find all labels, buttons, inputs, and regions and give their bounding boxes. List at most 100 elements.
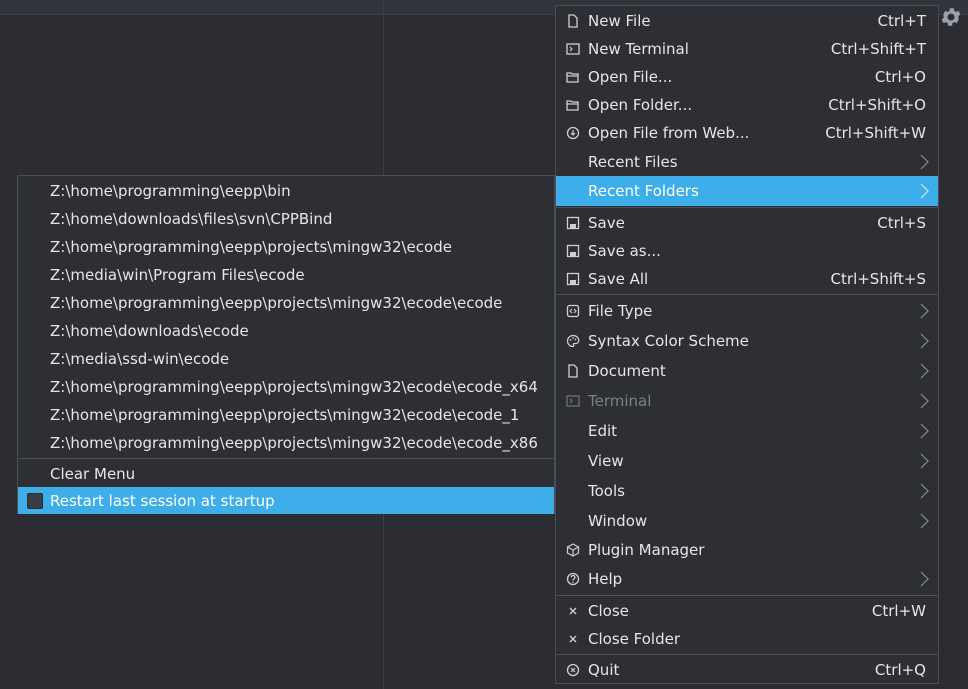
folder-open-icon <box>565 97 581 113</box>
restart-session-item[interactable]: Restart last session at startup <box>18 487 554 514</box>
menu-item-edit[interactable]: Edit <box>556 416 938 446</box>
close-icon <box>565 631 581 647</box>
menu-item-new-terminal[interactable]: New Terminal Ctrl+Shift+T <box>556 35 938 63</box>
menu-item-label: File Type <box>588 302 653 320</box>
menu-item-document[interactable]: Document <box>556 356 938 386</box>
menu-item-shortcut: Ctrl+Q <box>874 661 926 679</box>
recent-folder-item[interactable]: Z:\home\programming\eepp\projects\mingw3… <box>18 373 554 401</box>
menu-item-shortcut: Ctrl+T <box>877 12 926 30</box>
recent-folder-path: Z:\home\programming\eepp\projects\mingw3… <box>50 434 538 452</box>
menu-item-open-file[interactable]: Open File... Ctrl+O <box>556 63 938 91</box>
menu-item-label: Tools <box>588 482 625 500</box>
menu-item-file-type[interactable]: File Type <box>556 296 938 326</box>
recent-folder-path: Z:\media\win\Program Files\ecode <box>50 266 305 284</box>
terminal-icon <box>565 41 581 57</box>
menu-item-save-all[interactable]: Save All Ctrl+Shift+S <box>556 265 938 293</box>
chevron-right-icon <box>918 362 930 380</box>
menu-item-window[interactable]: Window <box>556 506 938 536</box>
quit-icon <box>565 662 581 678</box>
menu-item-quit[interactable]: Quit Ctrl+Q <box>556 656 938 684</box>
recent-folder-item[interactable]: Z:\media\ssd-win\ecode <box>18 345 554 373</box>
menu-item-label: Quit <box>588 661 620 679</box>
menu-item-label: New Terminal <box>588 40 689 58</box>
recent-folder-path: Z:\home\programming\eepp\projects\mingw3… <box>50 294 503 312</box>
menu-item-shortcut: Ctrl+O <box>874 68 926 86</box>
recent-folder-path: Z:\home\programming\eepp\projects\mingw3… <box>50 238 452 256</box>
menu-item-terminal: Terminal <box>556 386 938 416</box>
chevron-right-icon <box>918 512 930 530</box>
restart-session-label: Restart last session at startup <box>50 491 275 510</box>
main-menu: New File Ctrl+T New Terminal Ctrl+Shift+… <box>555 5 939 684</box>
recent-folder-path: Z:\home\programming\eepp\projects\mingw3… <box>50 406 520 424</box>
menu-item-tools[interactable]: Tools <box>556 476 938 506</box>
menu-item-view[interactable]: View <box>556 446 938 476</box>
chevron-right-icon <box>918 153 930 171</box>
menu-item-label: Plugin Manager <box>588 541 705 559</box>
menu-item-label: Close <box>588 602 629 620</box>
document-icon <box>565 363 581 379</box>
recent-folder-path: Z:\home\downloads\files\svn\CPPBind <box>50 210 333 228</box>
menu-item-label: Help <box>588 570 623 588</box>
recent-folder-item[interactable]: Z:\home\programming\eepp\bin <box>18 177 554 205</box>
menu-item-save-as[interactable]: Save as... <box>556 237 938 265</box>
menu-item-label: Edit <box>588 422 618 440</box>
clear-menu-label: Clear Menu <box>50 465 136 483</box>
menu-item-close[interactable]: Close Ctrl+W <box>556 597 938 625</box>
menu-item-label: Save All <box>588 270 649 288</box>
recent-folders-submenu: Z:\home\programming\eepp\bin Z:\home\dow… <box>17 175 555 514</box>
menu-item-shortcut: Ctrl+Shift+O <box>828 96 926 114</box>
recent-folder-item[interactable]: Z:\home\programming\eepp\projects\mingw3… <box>18 289 554 317</box>
recent-folder-item[interactable]: Z:\media\win\Program Files\ecode <box>18 261 554 289</box>
clear-menu-item[interactable]: Clear Menu <box>18 460 554 488</box>
menu-item-label: Recent Folders <box>588 182 699 200</box>
menu-separator <box>18 458 554 459</box>
menu-item-label: Open Folder... <box>588 96 693 114</box>
recent-folder-path: Z:\home\programming\eepp\bin <box>50 182 291 200</box>
recent-folder-item[interactable]: Z:\home\downloads\ecode <box>18 317 554 345</box>
chevron-right-icon <box>918 302 930 320</box>
close-icon <box>565 603 581 619</box>
menu-item-plugin-manager[interactable]: Plugin Manager <box>556 536 938 564</box>
chevron-right-icon <box>918 452 930 470</box>
recent-folder-item[interactable]: Z:\home\programming\eepp\projects\mingw3… <box>18 233 554 261</box>
menu-item-shortcut: Ctrl+S <box>877 214 926 232</box>
menu-item-label: Open File from Web... <box>588 124 750 142</box>
menu-item-open-folder[interactable]: Open Folder... Ctrl+Shift+O <box>556 91 938 119</box>
menu-separator <box>556 207 938 208</box>
recent-folder-item[interactable]: Z:\home\programming\eepp\projects\mingw3… <box>18 429 554 457</box>
menu-item-save[interactable]: Save Ctrl+S <box>556 209 938 237</box>
menu-item-label: Syntax Color Scheme <box>588 332 749 350</box>
file-icon <box>565 13 581 29</box>
menu-item-label: Close Folder <box>588 630 680 648</box>
menu-item-label: New File <box>588 12 651 30</box>
menu-item-label: Recent Files <box>588 153 678 171</box>
recent-folder-item[interactable]: Z:\home\downloads\files\svn\CPPBind <box>18 205 554 233</box>
save-icon <box>565 243 581 259</box>
menu-item-shortcut: Ctrl+Shift+W <box>825 124 926 142</box>
save-icon <box>565 215 581 231</box>
menu-item-shortcut: Ctrl+W <box>871 602 926 620</box>
cloud-download-icon <box>565 125 581 141</box>
recent-folder-item[interactable]: Z:\home\programming\eepp\projects\mingw3… <box>18 401 554 429</box>
menu-item-open-file-from-web[interactable]: Open File from Web... Ctrl+Shift+W <box>556 119 938 147</box>
menu-item-shortcut: Ctrl+Shift+S <box>830 270 926 288</box>
menu-item-close-folder[interactable]: Close Folder <box>556 625 938 653</box>
menu-item-syntax-color-scheme[interactable]: Syntax Color Scheme <box>556 326 938 356</box>
recent-folder-path: Z:\home\programming\eepp\projects\mingw3… <box>50 378 538 396</box>
menu-item-label: Save as... <box>588 242 661 260</box>
file-code-icon <box>565 303 581 319</box>
chevron-right-icon <box>918 182 930 200</box>
chevron-right-icon <box>918 332 930 350</box>
menu-separator <box>556 654 938 655</box>
restart-session-checkbox[interactable] <box>27 492 43 509</box>
menu-separator <box>556 595 938 596</box>
menu-item-shortcut: Ctrl+Shift+T <box>830 40 926 58</box>
chevron-right-icon <box>918 570 930 588</box>
menu-item-recent-files[interactable]: Recent Files <box>556 147 938 177</box>
menu-item-help[interactable]: Help <box>556 564 938 594</box>
chevron-right-icon <box>918 422 930 440</box>
menu-item-new-file[interactable]: New File Ctrl+T <box>556 7 938 35</box>
menu-item-recent-folders[interactable]: Recent Folders <box>556 176 938 206</box>
recent-folder-path: Z:\media\ssd-win\ecode <box>50 350 230 368</box>
gear-icon[interactable] <box>939 5 963 29</box>
